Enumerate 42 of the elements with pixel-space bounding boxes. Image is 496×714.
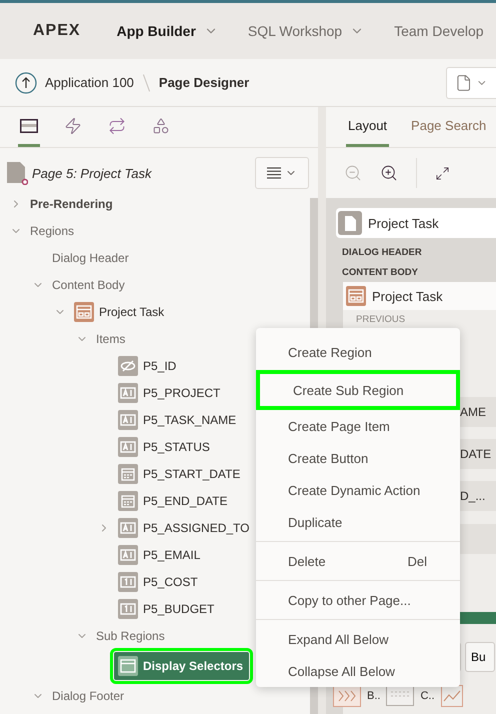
menu-item[interactable]: Delete Del (256, 545, 460, 577)
gallery-label: C.. (420, 690, 435, 702)
tree-node[interactable]: P5_BUDGET (118, 598, 214, 618)
gallery-label: B.. (367, 690, 380, 702)
shortcut-label: Del (407, 554, 427, 568)
tree-node[interactable]: Content Body (52, 278, 125, 292)
section-label: DIALOG HEADER (342, 247, 423, 258)
tree-node[interactable]: Display Selectors (114, 652, 250, 680)
menu-item[interactable]: Collapse All Below (256, 655, 460, 687)
breadcrumb-current[interactable]: Page Designer (158, 75, 250, 90)
tree-node[interactable]: Pre-Rendering (30, 196, 113, 210)
nav-menu[interactable]: SQL Workshop (248, 23, 364, 39)
tree-node[interactable]: P5_COST (118, 572, 198, 592)
menu-item[interactable]: Create Region (256, 336, 460, 368)
tab[interactable]: Layout (346, 107, 390, 147)
tree-node[interactable]: Regions (30, 224, 74, 238)
tree-node[interactable]: Sub Regions (96, 628, 165, 642)
tree-node[interactable]: P5_END_DATE (118, 490, 228, 510)
tree-node[interactable]: P5_TASK_NAME (118, 410, 236, 430)
page-card[interactable]: Project Task (336, 208, 496, 238)
tree-node[interactable]: P5_ASSIGNED_TO (118, 518, 250, 538)
menu-item[interactable]: Copy to other Page... (256, 584, 460, 616)
nav-menu[interactable]: Team Develop (394, 23, 484, 39)
tree-node[interactable]: Items (96, 332, 126, 346)
tree-node[interactable]: P5_STATUS (118, 436, 210, 456)
menu-item[interactable]: Expand All Below (256, 623, 460, 655)
tree-node[interactable]: Project Task (74, 302, 164, 322)
tree-node[interactable]: Dialog Header (52, 250, 129, 264)
app-logo-text: APEX (33, 22, 81, 40)
tree-node[interactable]: P5_PROJECT (118, 382, 220, 402)
section-label: CONTENT BODY (342, 267, 419, 278)
tab[interactable]: Page Search (409, 107, 488, 147)
tree-node[interactable]: P5_ID (118, 356, 176, 376)
region-title: Project Task (372, 288, 443, 304)
section-label: PREVIOUS (356, 314, 406, 325)
tree-node[interactable]: Dialog Footer (52, 688, 124, 702)
layout-button[interactable]: Bu (465, 642, 495, 672)
tree-node[interactable]: P5_EMAIL (118, 544, 200, 564)
page-title: Page 5: Project Task (32, 166, 152, 180)
tree-node[interactable]: P5_START_DATE (118, 464, 240, 484)
breadcrumb-link[interactable]: Application 100 (45, 75, 134, 90)
nav-menu[interactable]: App Builder (116, 23, 218, 39)
